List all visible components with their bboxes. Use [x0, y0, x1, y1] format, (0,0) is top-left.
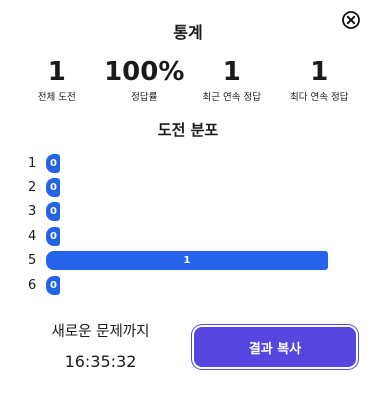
stat-value: 1: [222, 57, 241, 87]
modal-footer: 새로운 문제까지 16:35:32 결과 복사: [0, 318, 376, 378]
stat-current-streak: 1 최근 연속 정답: [188, 56, 276, 103]
guess-distribution: 1 0 2 0 3 0 4 0 5 1 6 0: [28, 151, 348, 297]
row-label: 3: [28, 204, 37, 220]
distribution-row: 5 1: [28, 249, 348, 273]
close-icon: [342, 11, 360, 29]
row-label: 6: [28, 277, 37, 293]
stat-label: 최다 연속 정답: [290, 92, 349, 103]
distribution-bar: 0: [46, 226, 60, 246]
distribution-row: 1 0: [28, 151, 348, 175]
row-label: 4: [28, 228, 37, 244]
stat-label: 정답률: [131, 92, 158, 103]
bar-track: 0: [46, 202, 328, 222]
close-button[interactable]: [341, 10, 361, 30]
stat-total: 1 전체 도전: [13, 56, 101, 103]
countdown: 16:35:32: [64, 352, 137, 371]
stat-win-rate: 100% 정답률: [101, 56, 189, 103]
stat-label: 최근 연속 정답: [202, 92, 261, 103]
stat-value: 1: [310, 57, 329, 87]
row-label: 5: [28, 253, 37, 269]
bar-track: 0: [46, 275, 328, 295]
stat-value: 100%: [104, 57, 185, 87]
distribution-title: 도전 분포: [157, 121, 219, 139]
next-puzzle-timer: 새로운 문제까지 16:35:32: [28, 322, 173, 373]
stats-summary: 1 전체 도전 100% 정답률 1 최근 연속 정답 1 최다 연속 정답: [13, 56, 363, 103]
copy-result-button[interactable]: 결과 복사: [192, 325, 358, 369]
distribution-bar: 1: [46, 251, 328, 271]
row-label: 1: [28, 155, 37, 171]
distribution-row: 3 0: [28, 200, 348, 224]
next-puzzle-label: 새로운 문제까지: [51, 324, 150, 340]
distribution-row: 4 0: [28, 224, 348, 248]
row-label: 2: [28, 180, 37, 196]
modal-title: 통계: [173, 23, 203, 42]
bar-track: 1: [46, 251, 328, 271]
stat-value: 1: [47, 57, 66, 87]
distribution-row: 2 0: [28, 175, 348, 199]
distribution-bar: 0: [46, 202, 60, 222]
bar-track: 0: [46, 226, 328, 246]
bar-track: 0: [46, 178, 328, 198]
distribution-bar: 0: [46, 153, 60, 173]
distribution-bar: 0: [46, 275, 60, 295]
distribution-bar: 0: [46, 178, 60, 198]
stat-max-streak: 1 최다 연속 정답: [276, 56, 364, 103]
stats-modal: 통계 1 전체 도전 100% 정답률 1 최근 연속 정답 1 최다 연속 정…: [0, 0, 376, 393]
distribution-row: 6 0: [28, 273, 348, 297]
bar-track: 0: [46, 153, 328, 173]
stat-label: 전체 도전: [37, 92, 76, 103]
